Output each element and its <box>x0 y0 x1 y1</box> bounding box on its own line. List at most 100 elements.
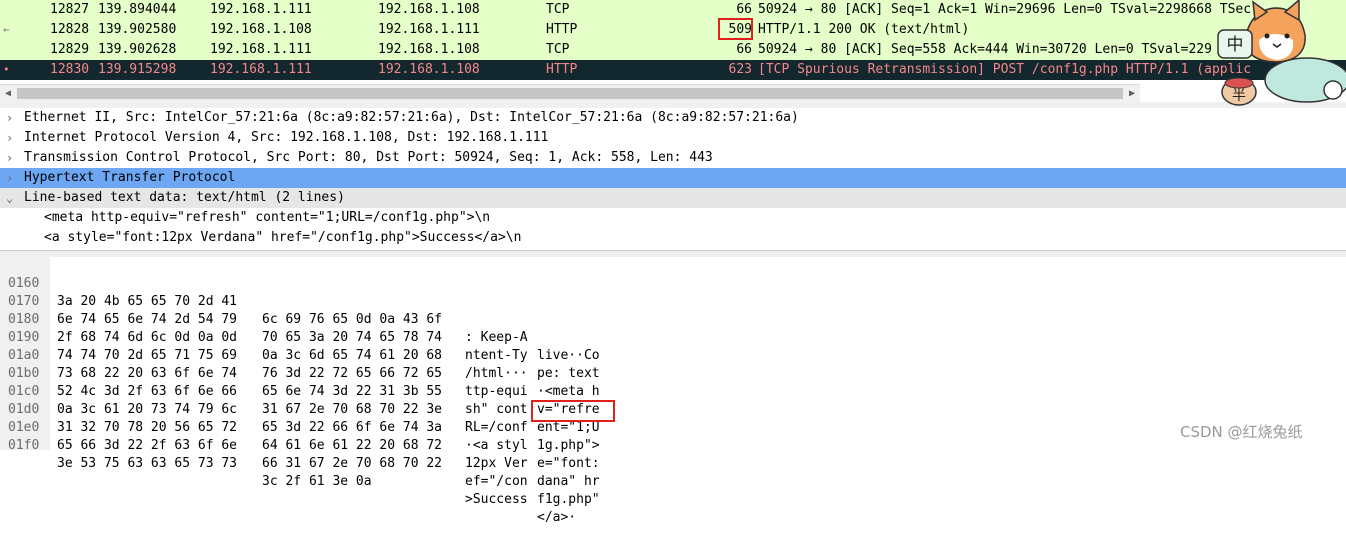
chevron-down-icon[interactable]: ⌄ <box>6 188 18 208</box>
scroll-right-icon[interactable]: ▶ <box>1124 85 1140 102</box>
tree-item-label: Hypertext Transfer Protocol <box>24 170 236 185</box>
packet-list-scrollbar[interactable]: ◀ ▶ <box>0 84 1140 102</box>
chevron-right-icon[interactable]: › <box>6 168 18 188</box>
packet-info: [TCP Spurious Retransmission] POST /conf… <box>758 62 1252 77</box>
scrollbar-thumb[interactable] <box>17 88 1123 99</box>
chevron-right-icon[interactable]: › <box>6 128 18 148</box>
hex-bytes: 3e 53 75 63 63 65 73 73 <box>57 456 238 471</box>
packet-protocol: HTTP <box>546 22 578 37</box>
hex-row[interactable]: 0170 6e 74 65 6e 74 2d 54 79 70 65 3a 20… <box>0 275 600 381</box>
packet-row[interactable]: 12827 139.894044 192.168.1.111 192.168.1… <box>0 0 1346 20</box>
packet-time: 139.894044 <box>98 2 177 17</box>
sticker-char: 中 <box>1227 35 1244 55</box>
watermark: CSDN @红烧兔纸 <box>1180 423 1303 441</box>
tree-item-ipv4[interactable]: › Internet Protocol Version 4, Src: 192.… <box>0 128 1346 148</box>
tree-item-label: Transmission Control Protocol, Src Port:… <box>24 150 713 165</box>
sticker-char: 半 <box>1232 88 1246 104</box>
tree-item-ethernet[interactable]: › Ethernet II, Src: IntelCor_57:21:6a (8… <box>0 108 1346 128</box>
hex-ascii: live··Co <box>537 348 600 363</box>
tree-item-http[interactable]: › Hypertext Transfer Protocol <box>0 168 1346 188</box>
hex-ascii: 12px Ver <box>465 456 528 471</box>
hex-dump-pane: 0160 3a 20 4b 65 65 70 2d 41 6c 69 76 65… <box>0 257 1346 525</box>
hex-bytes: 66 31 67 2e 70 68 70 22 <box>262 456 443 471</box>
packet-row-selected[interactable]: • 12830 139.915298 192.168.1.111 192.168… <box>0 60 1346 80</box>
chevron-right-icon[interactable]: › <box>6 108 18 128</box>
hex-offset: 01f0 <box>8 438 40 453</box>
hex-row[interactable]: 0190 74 74 70 2d 65 71 75 69 76 3d 22 72… <box>0 311 600 417</box>
packet-time: 139.915298 <box>98 62 177 77</box>
tree-item-label: Ethernet II, Src: IntelCor_57:21:6a (8c:… <box>24 110 799 125</box>
packet-destination: 192.168.1.108 <box>378 2 480 17</box>
shiba-sticker-icon: 中 半 <box>1217 0 1346 106</box>
scroll-left-icon[interactable]: ◀ <box>0 85 16 102</box>
hex-row[interactable]: 01e0 65 66 3d 22 2f 63 6f 6e 66 31 67 2e… <box>0 401 600 507</box>
tree-item-text-line[interactable]: <meta http-equiv="refresh" content="1;UR… <box>0 208 1346 228</box>
hex-bytes: 2f 68 74 6d 6c 0d 0a 0d <box>57 330 238 345</box>
packet-length: 66 <box>736 42 752 57</box>
hex-ascii: RL=/conf <box>465 420 528 435</box>
length-highlight-box <box>718 18 753 40</box>
hex-row[interactable]: 01a0 73 68 22 20 63 6f 6e 74 65 6e 74 3d… <box>0 329 600 435</box>
hex-ascii: dana" hr <box>537 474 600 489</box>
hex-bytes: 70 65 3a 20 74 65 78 74 <box>262 330 443 345</box>
hex-ascii: /html··· <box>465 366 528 381</box>
tree-item-text-line[interactable]: <a style="font:12px Verdana" href="/conf… <box>0 228 1346 248</box>
hex-ascii: >Success <box>465 492 528 507</box>
packet-number: 12830 <box>50 62 90 77</box>
hex-ascii: ttp-equi <box>465 384 528 399</box>
packet-length: 623 <box>728 62 752 77</box>
packet-time: 139.902628 <box>98 42 177 57</box>
hex-row[interactable]: 0180 2f 68 74 6d 6c 0d 0a 0d 0a 3c 6d 65… <box>0 293 600 399</box>
hex-ascii: ·<meta h <box>537 384 600 399</box>
hex-bytes: 52 4c 3d 2f 63 6f 6e 66 <box>57 384 238 399</box>
hex-ascii: ef="/con <box>465 474 528 489</box>
packet-protocol: TCP <box>546 42 570 57</box>
packet-info: HTTP/1.1 200 OK (text/html) <box>758 22 970 37</box>
hex-ascii: pe: text <box>537 366 600 381</box>
hex-row[interactable]: 01d0 31 32 70 78 20 56 65 72 64 61 6e 61… <box>0 383 600 489</box>
hex-bytes: 31 32 70 78 20 56 65 72 <box>57 420 238 435</box>
packet-source: 192.168.1.111 <box>210 62 312 77</box>
packet-info: 50924 → 80 [ACK] Seq=1 Ack=1 Win=29696 L… <box>758 2 1252 17</box>
packet-number: 12828 <box>50 22 90 37</box>
hex-bytes: 6e 74 65 6e 74 2d 54 79 <box>57 312 238 327</box>
packet-source: 192.168.1.111 <box>210 42 312 57</box>
hex-ascii: 1g.php"> <box>537 438 600 453</box>
hex-bytes: 65 66 3d 22 2f 63 6f 6e <box>57 438 238 453</box>
packet-list: 12827 139.894044 192.168.1.111 192.168.1… <box>0 0 1346 84</box>
tree-item-label: <meta http-equiv="refresh" content="1;UR… <box>44 210 491 225</box>
hex-row[interactable]: 01f0 3e 53 75 63 63 65 73 73 3c 2f 61 3e… <box>0 419 576 525</box>
hex-ascii: ntent-Ty <box>465 348 528 363</box>
hex-ascii: ·<a styl <box>465 438 528 453</box>
packet-row[interactable]: ← 12828 139.902580 192.168.1.108 192.168… <box>0 20 1346 40</box>
packet-details-tree: › Ethernet II, Src: IntelCor_57:21:6a (8… <box>0 108 1346 250</box>
hex-ascii: </a>· <box>537 510 577 525</box>
packet-number: 12829 <box>50 42 90 57</box>
hex-row[interactable]: 01c0 0a 3c 61 20 73 74 79 6c 65 3d 22 66… <box>0 365 600 471</box>
hex-bytes: 0a 3c 61 20 73 74 79 6c <box>57 402 238 417</box>
hex-bytes: 65 6e 74 3d 22 31 3b 55 <box>262 384 443 399</box>
tree-item-label: Line-based text data: text/html (2 lines… <box>24 190 345 205</box>
packet-time: 139.902580 <box>98 22 177 37</box>
hex-row[interactable]: 01b0 52 4c 3d 2f 63 6f 6e 66 31 67 2e 70… <box>0 347 600 453</box>
hex-row[interactable]: 0160 3a 20 4b 65 65 70 2d 41 6c 69 76 65… <box>0 257 600 363</box>
packet-source: 192.168.1.108 <box>210 22 312 37</box>
hex-ascii: : Keep-A <box>465 330 528 345</box>
packet-destination: 192.168.1.108 <box>378 42 480 57</box>
packet-row[interactable]: 12829 139.902628 192.168.1.111 192.168.1… <box>0 40 1346 60</box>
packet-length: 66 <box>736 2 752 17</box>
tree-item-tcp[interactable]: › Transmission Control Protocol, Src Por… <box>0 148 1346 168</box>
packet-source: 192.168.1.111 <box>210 2 312 17</box>
hex-bytes: 76 3d 22 72 65 66 72 65 <box>262 366 443 381</box>
packet-marker: • <box>3 63 10 76</box>
packet-destination: 192.168.1.111 <box>378 22 480 37</box>
hex-bytes: 31 67 2e 70 68 70 22 3e <box>262 402 443 417</box>
hex-bytes: 0a 3c 6d 65 74 61 20 68 <box>262 348 443 363</box>
tree-item-line-based-text[interactable]: ⌄ Line-based text data: text/html (2 lin… <box>0 188 1346 208</box>
chevron-right-icon[interactable]: › <box>6 148 18 168</box>
hex-ascii: sh" cont <box>465 402 528 417</box>
hex-bytes: 3c 2f 61 3e 0a <box>262 474 372 489</box>
packet-number: 12827 <box>50 2 90 17</box>
hex-bytes: 64 61 6e 61 22 20 68 72 <box>262 438 443 453</box>
packet-protocol: HTTP <box>546 62 578 77</box>
